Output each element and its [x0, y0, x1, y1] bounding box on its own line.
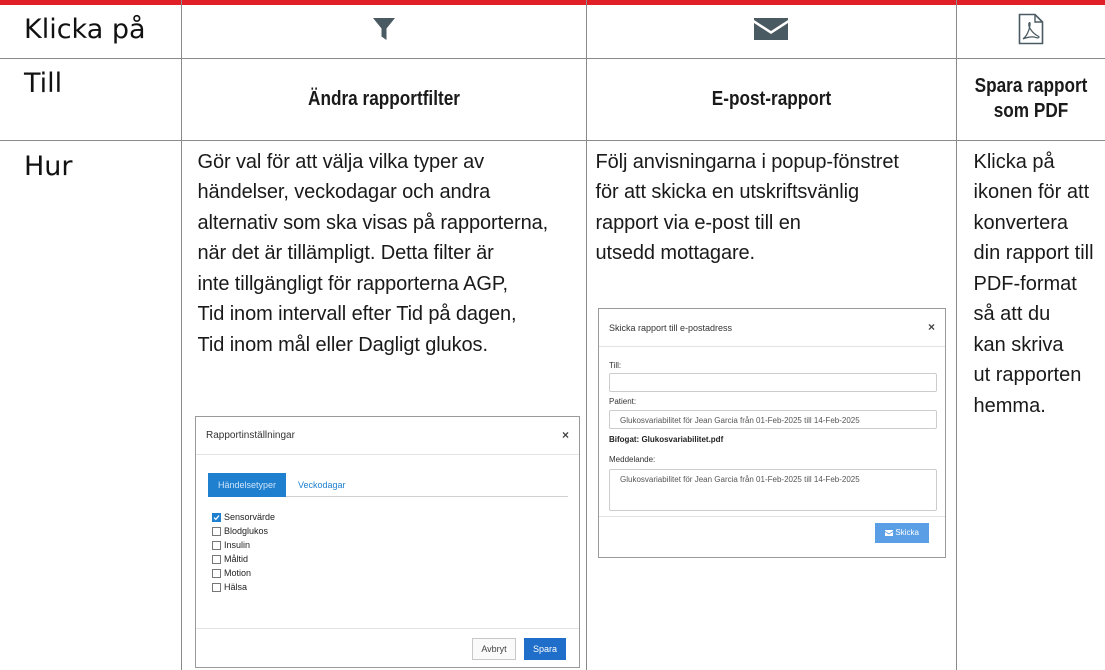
text-line: din rapport till	[973, 242, 1094, 264]
option-insulin[interactable]: Insulin	[212, 538, 275, 552]
option-label: Hälsa	[224, 582, 248, 592]
option-motion[interactable]: Motion	[212, 566, 275, 580]
option-blodglukos[interactable]: Blodglukos	[212, 524, 275, 538]
text-line: utsedd mottagare.	[595, 242, 756, 264]
checkbox[interactable]	[212, 540, 221, 550]
dialog-footer-divider	[599, 516, 945, 517]
close-icon[interactable]: ×	[562, 428, 569, 442]
row-label-klicka-pa: Klicka på	[0, 0, 182, 59]
text-line: inte tillgängligt för rapporterna AGP,	[197, 272, 509, 295]
to-field[interactable]	[609, 373, 937, 392]
text-line: alternativ som ska visas på rapporterna,	[197, 211, 549, 234]
option-halsa[interactable]: Hälsa	[212, 580, 275, 594]
option-maltid[interactable]: Måltid	[212, 552, 275, 566]
text-line: när det är tillämpligt. Detta filter är	[197, 242, 494, 264]
send-label: Skicka	[895, 528, 919, 537]
text-line: Följ anvisningarna i popup-fönstret	[595, 150, 899, 173]
text-line: så att du	[973, 303, 1051, 325]
save-button[interactable]: Spara	[524, 638, 566, 660]
row-label-hur: Hur	[0, 139, 182, 670]
option-label: Sensorvärde	[224, 512, 276, 522]
pdf-title-line-2: som PDF	[993, 100, 1068, 122]
pdf-title-line-1: Spara rapport	[974, 75, 1087, 97]
text-line: ikonen för att	[973, 181, 1090, 203]
option-sensorvarde[interactable]: Sensorvärde	[212, 510, 275, 524]
cancel-button[interactable]: Avbryt	[472, 638, 516, 660]
attachment-label: Bifogat: Glukosvariabilitet.pdf	[609, 435, 724, 444]
option-label: Blodglukos	[224, 526, 269, 536]
text-line: PDF-format	[973, 272, 1077, 295]
text-line: hemma.	[973, 394, 1046, 417]
tab-event-types[interactable]: Händelsetyper	[208, 473, 286, 497]
email-report-dialog: Skicka rapport till e-postadress × Till:…	[598, 308, 946, 558]
filter-instructions: Gör val för att välja vilka typer av hän…	[182, 141, 578, 361]
email-instructions: Följ anvisningarna i popup-fönstret för …	[587, 141, 956, 269]
text-line: Gör val för att välja vilka typer av	[197, 150, 485, 173]
dialog-header: Skicka rapport till e-postadress ×	[599, 309, 945, 347]
event-type-options: Sensorvärde Blodglukos Insulin Måltid Mo…	[212, 510, 275, 594]
tab-weekdays[interactable]: Veckodagar	[298, 473, 346, 497]
option-label: Insulin	[224, 540, 251, 550]
pdf-instructions: Klicka på ikonen för att konvertera din …	[957, 141, 1105, 422]
text-line: Tid inom mål eller Dagligt glukos.	[197, 333, 489, 356]
text-line: kan skriva	[973, 333, 1064, 356]
row-label-till: Till	[0, 57, 182, 141]
text-line: Tid inom intervall efter Tid på dagen,	[197, 303, 517, 325]
text-line: Klicka på	[973, 150, 1055, 173]
dialog-title: Rapportinställningar	[206, 430, 295, 441]
send-button[interactable]: Skicka	[875, 523, 929, 543]
checkbox[interactable]	[212, 526, 221, 536]
email-title: E-post-rapport	[711, 87, 831, 110]
text-line: händelser, veckodagar och andra	[197, 181, 491, 203]
envelope-icon	[885, 530, 894, 536]
checkbox-checked[interactable]	[212, 512, 221, 522]
text-line: rapport via e-post till en	[595, 211, 801, 234]
pdf-icon[interactable]	[1018, 13, 1044, 45]
row-till: Till Ändra rapportfilter E-post-rapport …	[0, 57, 1105, 141]
report-settings-dialog: Rapportinställningar × Händelsetyper Vec…	[195, 416, 580, 668]
tab-bar: Händelsetyper Veckodagar	[208, 473, 568, 497]
filter-icon[interactable]	[372, 17, 396, 41]
row-klicka-pa: Klicka på	[0, 0, 1105, 59]
dialog-title: Skicka rapport till e-postadress	[609, 323, 733, 333]
message-field[interactable]: Glukosvariabilitet för Jean Garcia från …	[609, 469, 937, 511]
message-label: Meddelande:	[609, 455, 656, 464]
text-line: konvertera	[973, 211, 1069, 234]
checkbox[interactable]	[212, 582, 221, 592]
checkbox[interactable]	[212, 568, 221, 578]
filter-title: Ändra rapportfilter	[307, 87, 460, 110]
to-label: Till:	[609, 361, 622, 370]
text-line: ut rapporten	[973, 364, 1082, 386]
dialog-header: Rapportinställningar ×	[196, 417, 579, 455]
option-label: Måltid	[224, 554, 249, 564]
pdf-title: Spara rapport som PDF	[967, 74, 1094, 124]
option-label: Motion	[224, 568, 252, 578]
close-icon[interactable]: ×	[928, 320, 935, 334]
patient-label: Patient:	[609, 397, 637, 406]
envelope-icon[interactable]	[754, 18, 788, 40]
patient-field[interactable]: Glukosvariabilitet för Jean Garcia från …	[609, 410, 937, 429]
dialog-footer-divider	[196, 628, 579, 629]
text-line: för att skicka en utskriftsvänlig	[595, 181, 860, 203]
checkbox[interactable]	[212, 554, 221, 564]
